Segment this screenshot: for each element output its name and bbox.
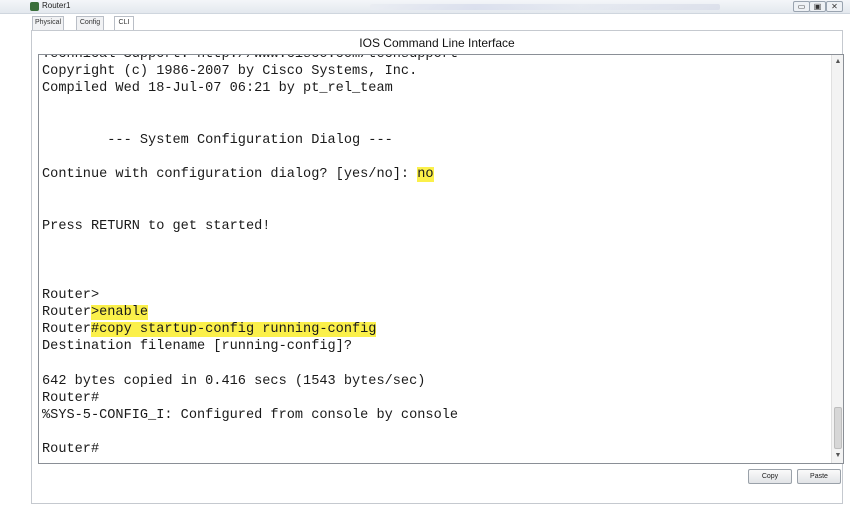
tab-physical[interactable]: Physical [32,16,64,30]
terminal-line-text: Destination filename [running-config]? [42,339,352,355]
terminal-line-text: Copyright (c) 1986-2007 by Cisco Systems… [42,64,418,80]
window-title: Router1 [42,1,71,10]
terminal-line-text: 642 bytes copied in 0.416 secs (1543 byt… [42,373,426,389]
panel-title: IOS Command Line Interface [359,36,515,50]
cli-terminal[interactable]: Technical Support: http://www.cisco.com/… [38,54,844,464]
terminal-scrollbar[interactable]: ▲ ▼ [831,55,843,463]
window-title-bar: Router1 ▭ ▣ ✕ [0,0,850,14]
terminal-line-text: Router# [42,390,100,406]
router-app-icon [30,2,39,11]
terminal-line: Router# [42,441,832,458]
tab-config[interactable]: Config [76,16,104,30]
terminal-line-text: Router [42,304,91,320]
terminal-line-text: Technical Support: http://www.cisco.com/… [42,54,459,62]
terminal-line: Destination filename [running-config]? [42,338,832,355]
tab-cli[interactable]: CLI [114,16,134,31]
terminal-line-text: Router [42,322,91,337]
terminal-line: Technical Support: http://www.cisco.com/… [42,54,832,63]
terminal-line: Press RETURN to get started! [42,218,832,235]
scroll-down-icon[interactable]: ▼ [833,451,843,461]
terminal-line: --- System Configuration Dialog --- [42,132,832,149]
maximize-button[interactable]: ▣ [809,1,826,12]
highlighted-command: #copy startup-config running-config [90,322,377,337]
terminal-line: Router>enable [42,304,832,321]
highlighted-command: >enable [90,304,149,320]
terminal-line-text: Compiled Wed 18-Jul-07 06:21 by pt_rel_t… [42,81,393,97]
scroll-up-icon[interactable]: ▲ [833,57,843,67]
minimize-button[interactable]: ▭ [793,1,810,12]
terminal-line-text: Router> [42,287,100,303]
terminal-line: 642 bytes copied in 0.416 secs (1543 byt… [42,373,832,390]
terminal-line: Continue with configuration dialog? [yes… [42,166,832,183]
terminal-line-text: --- System Configuration Dialog --- [42,132,393,148]
terminal-line: Router# [42,390,832,407]
terminal-line: Copyright (c) 1986-2007 by Cisco Systems… [42,63,832,80]
terminal-line: Compiled Wed 18-Jul-07 06:21 by pt_rel_t… [42,80,832,97]
terminal-line: %SYS-5-CONFIG_I: Configured from console… [42,407,832,424]
terminal-line: Router> [42,287,832,304]
blurred-taskbar-strip [370,4,720,10]
terminal-line-text: %SYS-5-CONFIG_I: Configured from console… [42,407,459,423]
terminal-line-text: Router# [42,442,100,458]
paste-button[interactable]: Paste [797,469,841,484]
highlighted-command: no [417,167,434,183]
terminal-line-text: Continue with configuration dialog? [yes… [42,167,418,183]
terminal-output: Technical Support: http://www.cisco.com/… [42,54,832,459]
copy-button[interactable]: Copy [748,469,792,484]
scroll-thumb[interactable] [834,407,842,449]
terminal-line: Router#copy startup-config running-confi… [42,321,832,338]
terminal-line-text: Press RETURN to get started! [42,218,271,234]
close-button[interactable]: ✕ [826,1,843,12]
